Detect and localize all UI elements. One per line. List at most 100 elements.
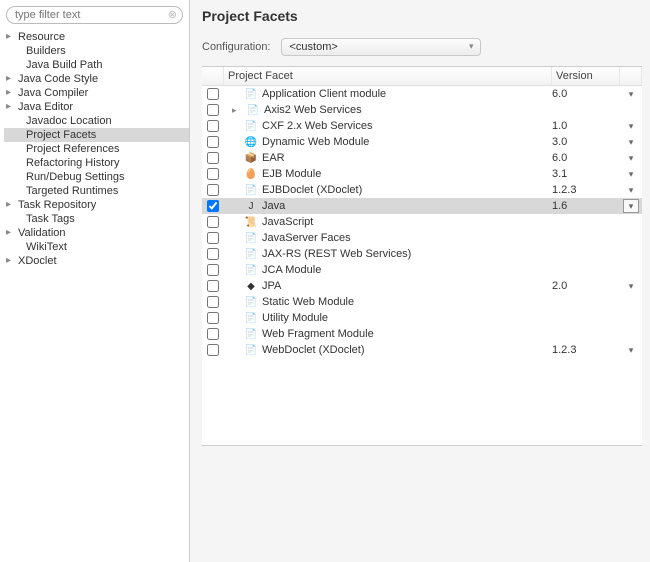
facet-label: EAR xyxy=(262,152,285,164)
main-panel: Project Facets Configuration: <custom> P… xyxy=(190,0,650,562)
facet-label: Web Fragment Module xyxy=(262,328,374,340)
filter-box: ⊗ xyxy=(6,6,183,24)
facet-checkbox[interactable] xyxy=(207,344,219,356)
expand-icon[interactable]: ▸ xyxy=(232,105,242,116)
facet-row[interactable]: 📄WebDoclet (XDoclet)1.2.3▾ xyxy=(202,342,642,358)
facet-checkbox[interactable] xyxy=(207,184,219,196)
facet-icon: 📄 xyxy=(244,327,258,341)
sidebar-item[interactable]: Run/Debug Settings xyxy=(4,170,189,184)
facet-checkbox[interactable] xyxy=(207,120,219,132)
sidebar-item[interactable]: Project Facets xyxy=(4,128,189,142)
facet-checkbox[interactable] xyxy=(207,200,219,212)
facet-checkbox[interactable] xyxy=(207,312,219,324)
sidebar-item[interactable]: Java Editor xyxy=(4,100,189,114)
facet-row[interactable]: 📄Static Web Module xyxy=(202,294,642,310)
facet-version: 3.1 xyxy=(552,168,620,180)
facet-icon: 🥚 xyxy=(244,167,258,181)
sidebar-item[interactable]: Java Compiler xyxy=(4,86,189,100)
facet-checkbox[interactable] xyxy=(207,216,219,228)
facet-icon: 🌐 xyxy=(244,135,258,149)
facet-icon: 📜 xyxy=(244,215,258,229)
facet-icon: ◆ xyxy=(244,279,258,293)
facet-version: 1.2.3 xyxy=(552,184,620,196)
config-label: Configuration: xyxy=(202,41,271,53)
version-dropdown-button[interactable]: ▾ xyxy=(620,89,642,100)
sidebar-item[interactable]: Builders xyxy=(4,44,189,58)
nav-tree: ResourceBuildersJava Build PathJava Code… xyxy=(0,30,189,268)
sidebar-item[interactable]: Targeted Runtimes xyxy=(4,184,189,198)
facet-row[interactable]: 📄Utility Module xyxy=(202,310,642,326)
sidebar-item[interactable]: Java Build Path xyxy=(4,58,189,72)
sidebar-item[interactable]: Validation xyxy=(4,226,189,240)
facet-row[interactable]: ◆ JPA 2.0▾ xyxy=(202,278,642,294)
facet-label: JAX-RS (REST Web Services) xyxy=(262,248,411,260)
version-dropdown-button[interactable]: ▾ xyxy=(620,137,642,148)
facet-row[interactable]: 📜 JavaScript xyxy=(202,214,642,230)
sidebar-item[interactable]: Resource xyxy=(4,30,189,44)
facet-icon: 📦 xyxy=(244,151,258,165)
sidebar-item[interactable]: XDoclet xyxy=(4,254,189,268)
version-dropdown-button[interactable]: ▾ xyxy=(620,185,642,196)
facet-row[interactable]: 📄 JCA Module xyxy=(202,262,642,278)
facet-checkbox[interactable] xyxy=(207,264,219,276)
facet-row[interactable]: 📄CXF 2.x Web Services1.0▾ xyxy=(202,118,642,134)
facet-label: JCA Module xyxy=(262,264,321,276)
facet-checkbox[interactable] xyxy=(207,168,219,180)
facet-checkbox[interactable] xyxy=(207,232,219,244)
facet-label: JPA xyxy=(262,280,281,292)
facet-version: 1.0 xyxy=(552,120,620,132)
sidebar-item[interactable]: Project References xyxy=(4,142,189,156)
sidebar-item[interactable]: Java Code Style xyxy=(4,72,189,86)
facet-header: Project Facet Version xyxy=(202,67,642,86)
facet-row[interactable]: 🥚 EJB Module 3.1▾ xyxy=(202,166,642,182)
facet-icon: 📄 xyxy=(244,87,258,101)
facet-checkbox[interactable] xyxy=(207,280,219,292)
facet-checkbox[interactable] xyxy=(207,104,219,116)
facet-checkbox[interactable] xyxy=(207,88,219,100)
facet-row[interactable]: 📄JAX-RS (REST Web Services) xyxy=(202,246,642,262)
config-select[interactable]: <custom> xyxy=(281,38,481,56)
facet-row[interactable]: 📄JavaServer Faces xyxy=(202,230,642,246)
facet-icon: 📄 xyxy=(244,263,258,277)
facet-label: EJB Module xyxy=(262,168,321,180)
facet-row[interactable]: JJava1.6▾ xyxy=(202,198,642,214)
sidebar-item[interactable]: Task Tags xyxy=(4,212,189,226)
facet-icon: 📄 xyxy=(244,343,258,357)
facet-label: WebDoclet (XDoclet) xyxy=(262,344,365,356)
version-dropdown-button[interactable]: ▾ xyxy=(620,153,642,164)
version-dropdown-button[interactable]: ▾ xyxy=(620,345,642,356)
facet-row[interactable]: 📄EJBDoclet (XDoclet)1.2.3▾ xyxy=(202,182,642,198)
version-dropdown-button[interactable]: ▾ xyxy=(620,121,642,132)
col-facet-header[interactable]: Project Facet xyxy=(224,67,552,85)
facet-row[interactable]: ▸ 📄 Axis2 Web Services xyxy=(202,102,642,118)
facet-label: JavaScript xyxy=(262,216,313,228)
facet-row[interactable]: 📄Application Client module6.0▾ xyxy=(202,86,642,102)
facet-label: CXF 2.x Web Services xyxy=(262,120,372,132)
facet-label: Utility Module xyxy=(262,312,328,324)
facet-version: 6.0 xyxy=(552,88,620,100)
facet-row[interactable]: 📄 Web Fragment Module xyxy=(202,326,642,342)
facet-checkbox[interactable] xyxy=(207,136,219,148)
facet-row[interactable]: 🌐Dynamic Web Module3.0▾ xyxy=(202,134,642,150)
sidebar-item[interactable]: WikiText xyxy=(4,240,189,254)
clear-icon[interactable]: ⊗ xyxy=(168,8,177,21)
facet-label: Axis2 Web Services xyxy=(264,104,362,116)
version-dropdown-button[interactable]: ▾ xyxy=(620,169,642,180)
facet-checkbox[interactable] xyxy=(207,152,219,164)
col-version-header[interactable]: Version xyxy=(552,67,620,85)
facet-checkbox[interactable] xyxy=(207,328,219,340)
facet-icon: 📄 xyxy=(246,103,260,117)
version-dropdown-button[interactable]: ▾ xyxy=(620,281,642,292)
sidebar-item[interactable]: Javadoc Location xyxy=(4,114,189,128)
sidebar-item[interactable]: Task Repository xyxy=(4,198,189,212)
facet-checkbox[interactable] xyxy=(207,296,219,308)
filter-input[interactable] xyxy=(6,6,183,24)
facet-row[interactable]: 📦 EAR 6.0▾ xyxy=(202,150,642,166)
facet-version: 2.0 xyxy=(552,280,620,292)
facet-checkbox[interactable] xyxy=(207,248,219,260)
facet-version: 6.0 xyxy=(552,152,620,164)
sidebar-item[interactable]: Refactoring History xyxy=(4,156,189,170)
facet-label: JavaServer Faces xyxy=(262,232,351,244)
version-dropdown-button[interactable]: ▾ xyxy=(623,199,639,213)
facet-label: EJBDoclet (XDoclet) xyxy=(262,184,362,196)
